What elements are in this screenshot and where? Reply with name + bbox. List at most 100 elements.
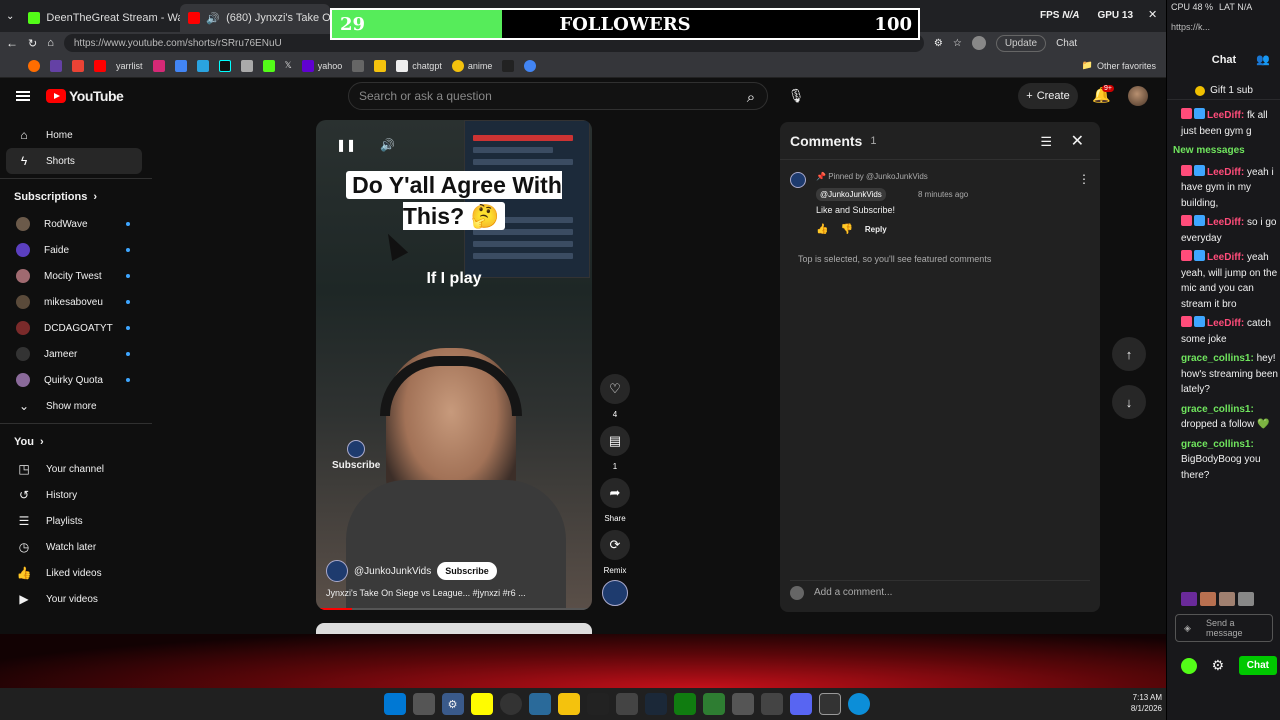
sidebar-show-more[interactable]: ⌄ Show more (0, 393, 152, 419)
window-close-icon[interactable]: ✕ (1148, 8, 1157, 21)
bookmark-icon-3[interactable] (174, 59, 187, 72)
kick-bookmark-icon[interactable] (262, 59, 275, 72)
extension-icon[interactable]: ⚙ (934, 38, 943, 49)
video-subscribe-overlay[interactable]: Subscribe (332, 440, 380, 471)
reload-icon[interactable]: ↻ (28, 37, 37, 50)
app-icon-3[interactable] (702, 693, 725, 715)
sidebar-subscription-item[interactable]: DCDAGOATYT (0, 315, 152, 341)
comment-icon[interactable]: ▤ (600, 426, 630, 456)
remix-action[interactable]: ⟳ Remix (598, 530, 632, 575)
bookmark-icon-8[interactable] (502, 59, 515, 72)
app-icon-4[interactable] (731, 693, 754, 715)
system-clock[interactable]: 7:13 AM 8/1/2026 (1131, 692, 1162, 714)
sidebar-subscriptions-header[interactable]: Subscriptions › (0, 183, 152, 211)
people-icon[interactable]: 👥 (1256, 53, 1270, 66)
emote-2[interactable] (1200, 592, 1216, 606)
channel-avatar[interactable] (326, 560, 348, 582)
snapchat-icon[interactable] (470, 693, 493, 715)
profile-avatar[interactable] (971, 36, 986, 50)
chat-username[interactable]: LeeDiff (1207, 217, 1241, 228)
sort-icon[interactable]: ☰ (1040, 134, 1052, 150)
share-icon[interactable]: ➦ (600, 478, 630, 508)
back-icon[interactable]: ← (6, 36, 18, 50)
sidebar-item-your-channel[interactable]: ◳ Your channel (0, 456, 152, 482)
bookmark-yarrlist[interactable]: yarrlist (116, 61, 143, 71)
volume-icon[interactable]: 🔊 (380, 138, 395, 152)
sidebar-item-shorts[interactable]: ϟ Shorts (6, 148, 142, 174)
bookmark-yahoo[interactable]: yahoo (301, 59, 342, 72)
subscribe-button[interactable]: Subscribe (437, 562, 497, 580)
chat-username[interactable]: grace_collins1 (1181, 439, 1250, 450)
epic-games-icon[interactable] (818, 693, 841, 715)
account-avatar[interactable] (1128, 86, 1148, 106)
chat-username[interactable]: grace_collins1 (1181, 404, 1250, 415)
comment-avatar[interactable] (790, 172, 806, 188)
chat-username[interactable]: LeeDiff (1207, 167, 1241, 178)
sound-channel-avatar[interactable] (598, 580, 632, 606)
edge-icon[interactable] (847, 693, 870, 715)
bookmark-icon-2[interactable] (50, 59, 62, 72)
speaker-icon[interactable]: 🔊 (206, 12, 220, 25)
video-progress-bar[interactable] (316, 608, 592, 610)
next-short-button[interactable]: ↓ (1112, 385, 1146, 419)
channel-name[interactable]: @JunkoJunkVids (354, 566, 431, 577)
copilot-chat-button[interactable]: Chat (1056, 38, 1077, 49)
sidebar-item-liked-videos[interactable]: 👍 Liked videos (0, 560, 152, 586)
emote-1[interactable] (1181, 592, 1197, 606)
chat-username[interactable]: grace_collins1 (1181, 353, 1250, 364)
sidebar-item-your-videos[interactable]: ▶ Your videos (0, 586, 152, 612)
mic-icon[interactable]: 🎙 (784, 84, 808, 108)
sidebar-item-playlists[interactable]: ☰ Playlists (0, 508, 152, 534)
gift-sub-banner[interactable]: Gift 1 sub (1167, 82, 1280, 100)
short-video-player[interactable]: ❚❚ 🔊 Do Y'all Agree With This? 🤔 If I pl… (316, 120, 592, 610)
comments-action[interactable]: ▤ 1 (598, 426, 632, 471)
chat-username[interactable]: LeeDiff (1207, 252, 1241, 263)
sidebar-item-history[interactable]: ↺ History (0, 482, 152, 508)
close-icon[interactable]: ✕ (1071, 131, 1084, 151)
search-input[interactable]: Search or ask a question ⌕ (348, 82, 768, 110)
chat-send-button[interactable]: Chat (1238, 656, 1277, 675)
sidebar-you-header[interactable]: You › (0, 428, 152, 456)
sidebar-subscription-item[interactable]: Quirky Quota (0, 367, 152, 393)
xbox-icon[interactable] (673, 693, 696, 715)
tab-youtube-shorts[interactable]: 🔊 (680) Jynxzi's Take On Siege v (180, 4, 331, 32)
bookmark-icon-1[interactable] (28, 59, 40, 72)
video-title[interactable]: Jynxzi's Take On Siege vs League... #jyn… (326, 588, 586, 598)
menu-icon[interactable] (16, 91, 30, 101)
obs-icon[interactable] (499, 693, 522, 715)
sidebar-item-home[interactable]: ⌂ Home (0, 122, 152, 148)
camera-icon[interactable] (760, 693, 783, 715)
youtube-bookmark-icon[interactable] (94, 59, 106, 72)
app-icon-2[interactable] (615, 693, 638, 715)
favorites-icon[interactable]: ☆ (953, 38, 962, 49)
send-message-input[interactable]: ◈ Send a message (1175, 614, 1273, 642)
bookmark-icon-6[interactable] (352, 59, 365, 72)
tab-menu-chevron-icon[interactable]: ⌄ (0, 11, 20, 22)
tiktok-icon[interactable] (218, 59, 231, 72)
gmail-icon[interactable] (72, 59, 84, 72)
capcut-icon[interactable] (586, 693, 609, 715)
more-options-icon[interactable]: ⋮ (1078, 172, 1090, 186)
chat-username[interactable]: LeeDiff (1207, 110, 1241, 121)
sidebar-item-watch-later[interactable]: ◷ Watch later (0, 534, 152, 560)
kick-logo-icon[interactable] (1181, 657, 1197, 674)
emote-3[interactable] (1219, 592, 1235, 606)
thumbs-down-icon[interactable]: 👎 (840, 224, 852, 235)
sidebar-subscription-item[interactable]: mikesaboveu (0, 289, 152, 315)
thumbs-up-icon[interactable]: 👍 (816, 224, 828, 235)
discord-icon[interactable] (789, 693, 812, 715)
app-icon-1[interactable] (528, 693, 551, 715)
search-icon[interactable]: ⌕ (741, 87, 761, 107)
previous-short-button[interactable]: ↑ (1112, 337, 1146, 371)
tab-deenthegreat[interactable]: DeenTheGreat Stream - Watc ✕ (20, 4, 180, 32)
settings-icon[interactable]: ⚙ (441, 693, 464, 715)
sidebar-subscription-item[interactable]: Mocity Twest (0, 263, 152, 289)
comment-author[interactable]: @JunkoJunkVids (816, 188, 886, 201)
update-button[interactable]: Update (995, 34, 1047, 52)
sidebar-subscription-item[interactable]: Jameer (0, 341, 152, 367)
bookmark-icon-5[interactable] (240, 59, 253, 72)
settings-gear-icon[interactable]: ⚙ (1212, 657, 1225, 674)
create-button[interactable]: + Create (1018, 83, 1078, 109)
youtube-logo[interactable]: YouTube (46, 88, 124, 104)
task-view-icon[interactable] (412, 693, 435, 715)
